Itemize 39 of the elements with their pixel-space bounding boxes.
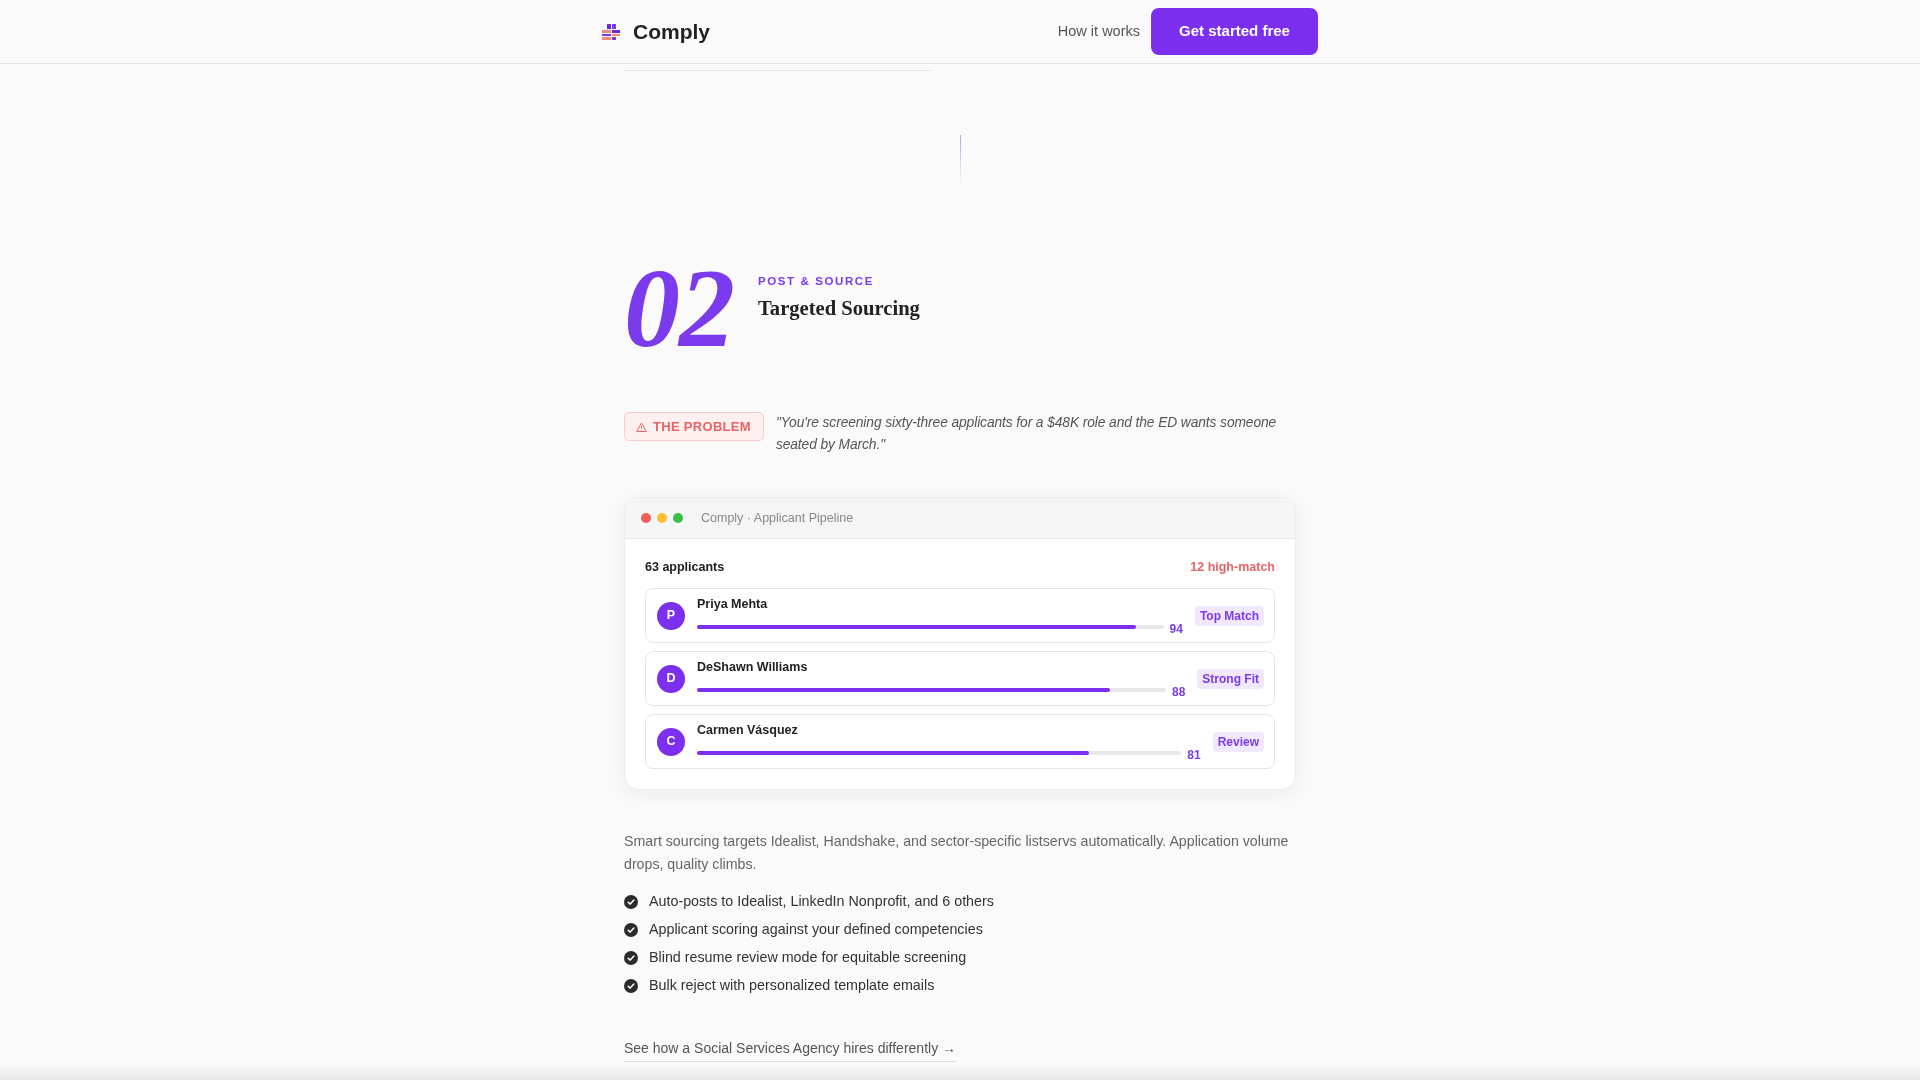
high-match-count: 12 high-match xyxy=(1190,559,1275,575)
match-score: 81 xyxy=(1187,748,1201,762)
check-icon xyxy=(624,895,638,909)
applicant-name: Priya Mehta xyxy=(697,596,769,612)
feature-text: Applicant scoring against your defined competencies xyxy=(649,920,983,940)
avatar: P xyxy=(657,601,685,630)
case-study-link[interactable]: See how a Social Services Agency hires differently → xyxy=(624,1038,957,1062)
feature-text: Blind resume review mode for equitable screening xyxy=(649,948,967,968)
applicant-card[interactable]: P Priya Mehta 94 Top Match xyxy=(645,588,1275,643)
logo-icon xyxy=(602,23,620,40)
applicant-count: 63 applicants xyxy=(645,559,725,575)
match-score: 94 xyxy=(1169,622,1183,636)
get-started-button[interactable]: Get started free xyxy=(1151,8,1318,55)
brand-name[interactable]: Comply xyxy=(633,21,710,42)
match-tag: Top Match xyxy=(1194,605,1264,626)
problem-badge: THE PROBLEM xyxy=(624,412,764,441)
step-number: 02 xyxy=(624,252,735,364)
avatar: D xyxy=(657,664,685,693)
section-title: Targeted Sourcing xyxy=(758,296,920,322)
feature-text: Bulk reject with personalized template emails xyxy=(649,976,935,996)
check-icon xyxy=(624,923,638,937)
applicant-card[interactable]: D DeShawn Williams 88 Strong Fit xyxy=(645,651,1275,706)
check-icon xyxy=(624,951,638,965)
problem-quote: "You're screening sixty-three applicants for a $48K role and the ED wants someone seated by March." xyxy=(775,414,1278,454)
match-tag: Strong Fit xyxy=(1197,668,1264,689)
applicant-name: DeShawn Williams xyxy=(697,659,809,675)
connector-line xyxy=(959,135,961,185)
section-eyebrow: POST & SOURCE xyxy=(758,274,875,288)
check-icon xyxy=(624,979,638,993)
description-text: Smart sourcing targets Idealist, Handshake, and sector-specific listservs automatically. Application volume drops, quality climbs. xyxy=(624,832,1290,874)
match-tag: Review xyxy=(1212,731,1264,752)
warning-icon xyxy=(636,421,647,432)
applicant-card[interactable]: C Carmen Vásquez 81 Review xyxy=(645,714,1275,769)
nav-link[interactable]: How it works xyxy=(1057,20,1140,43)
applicant-name: Carmen Vásquez xyxy=(697,722,799,738)
feature-text: Auto-posts to Idealist, LinkedIn Nonprofit, and 6 others xyxy=(649,892,994,912)
window-title: Comply · Applicant Pipeline xyxy=(701,509,854,527)
match-score: 88 xyxy=(1172,685,1186,699)
avatar: C xyxy=(657,727,685,756)
